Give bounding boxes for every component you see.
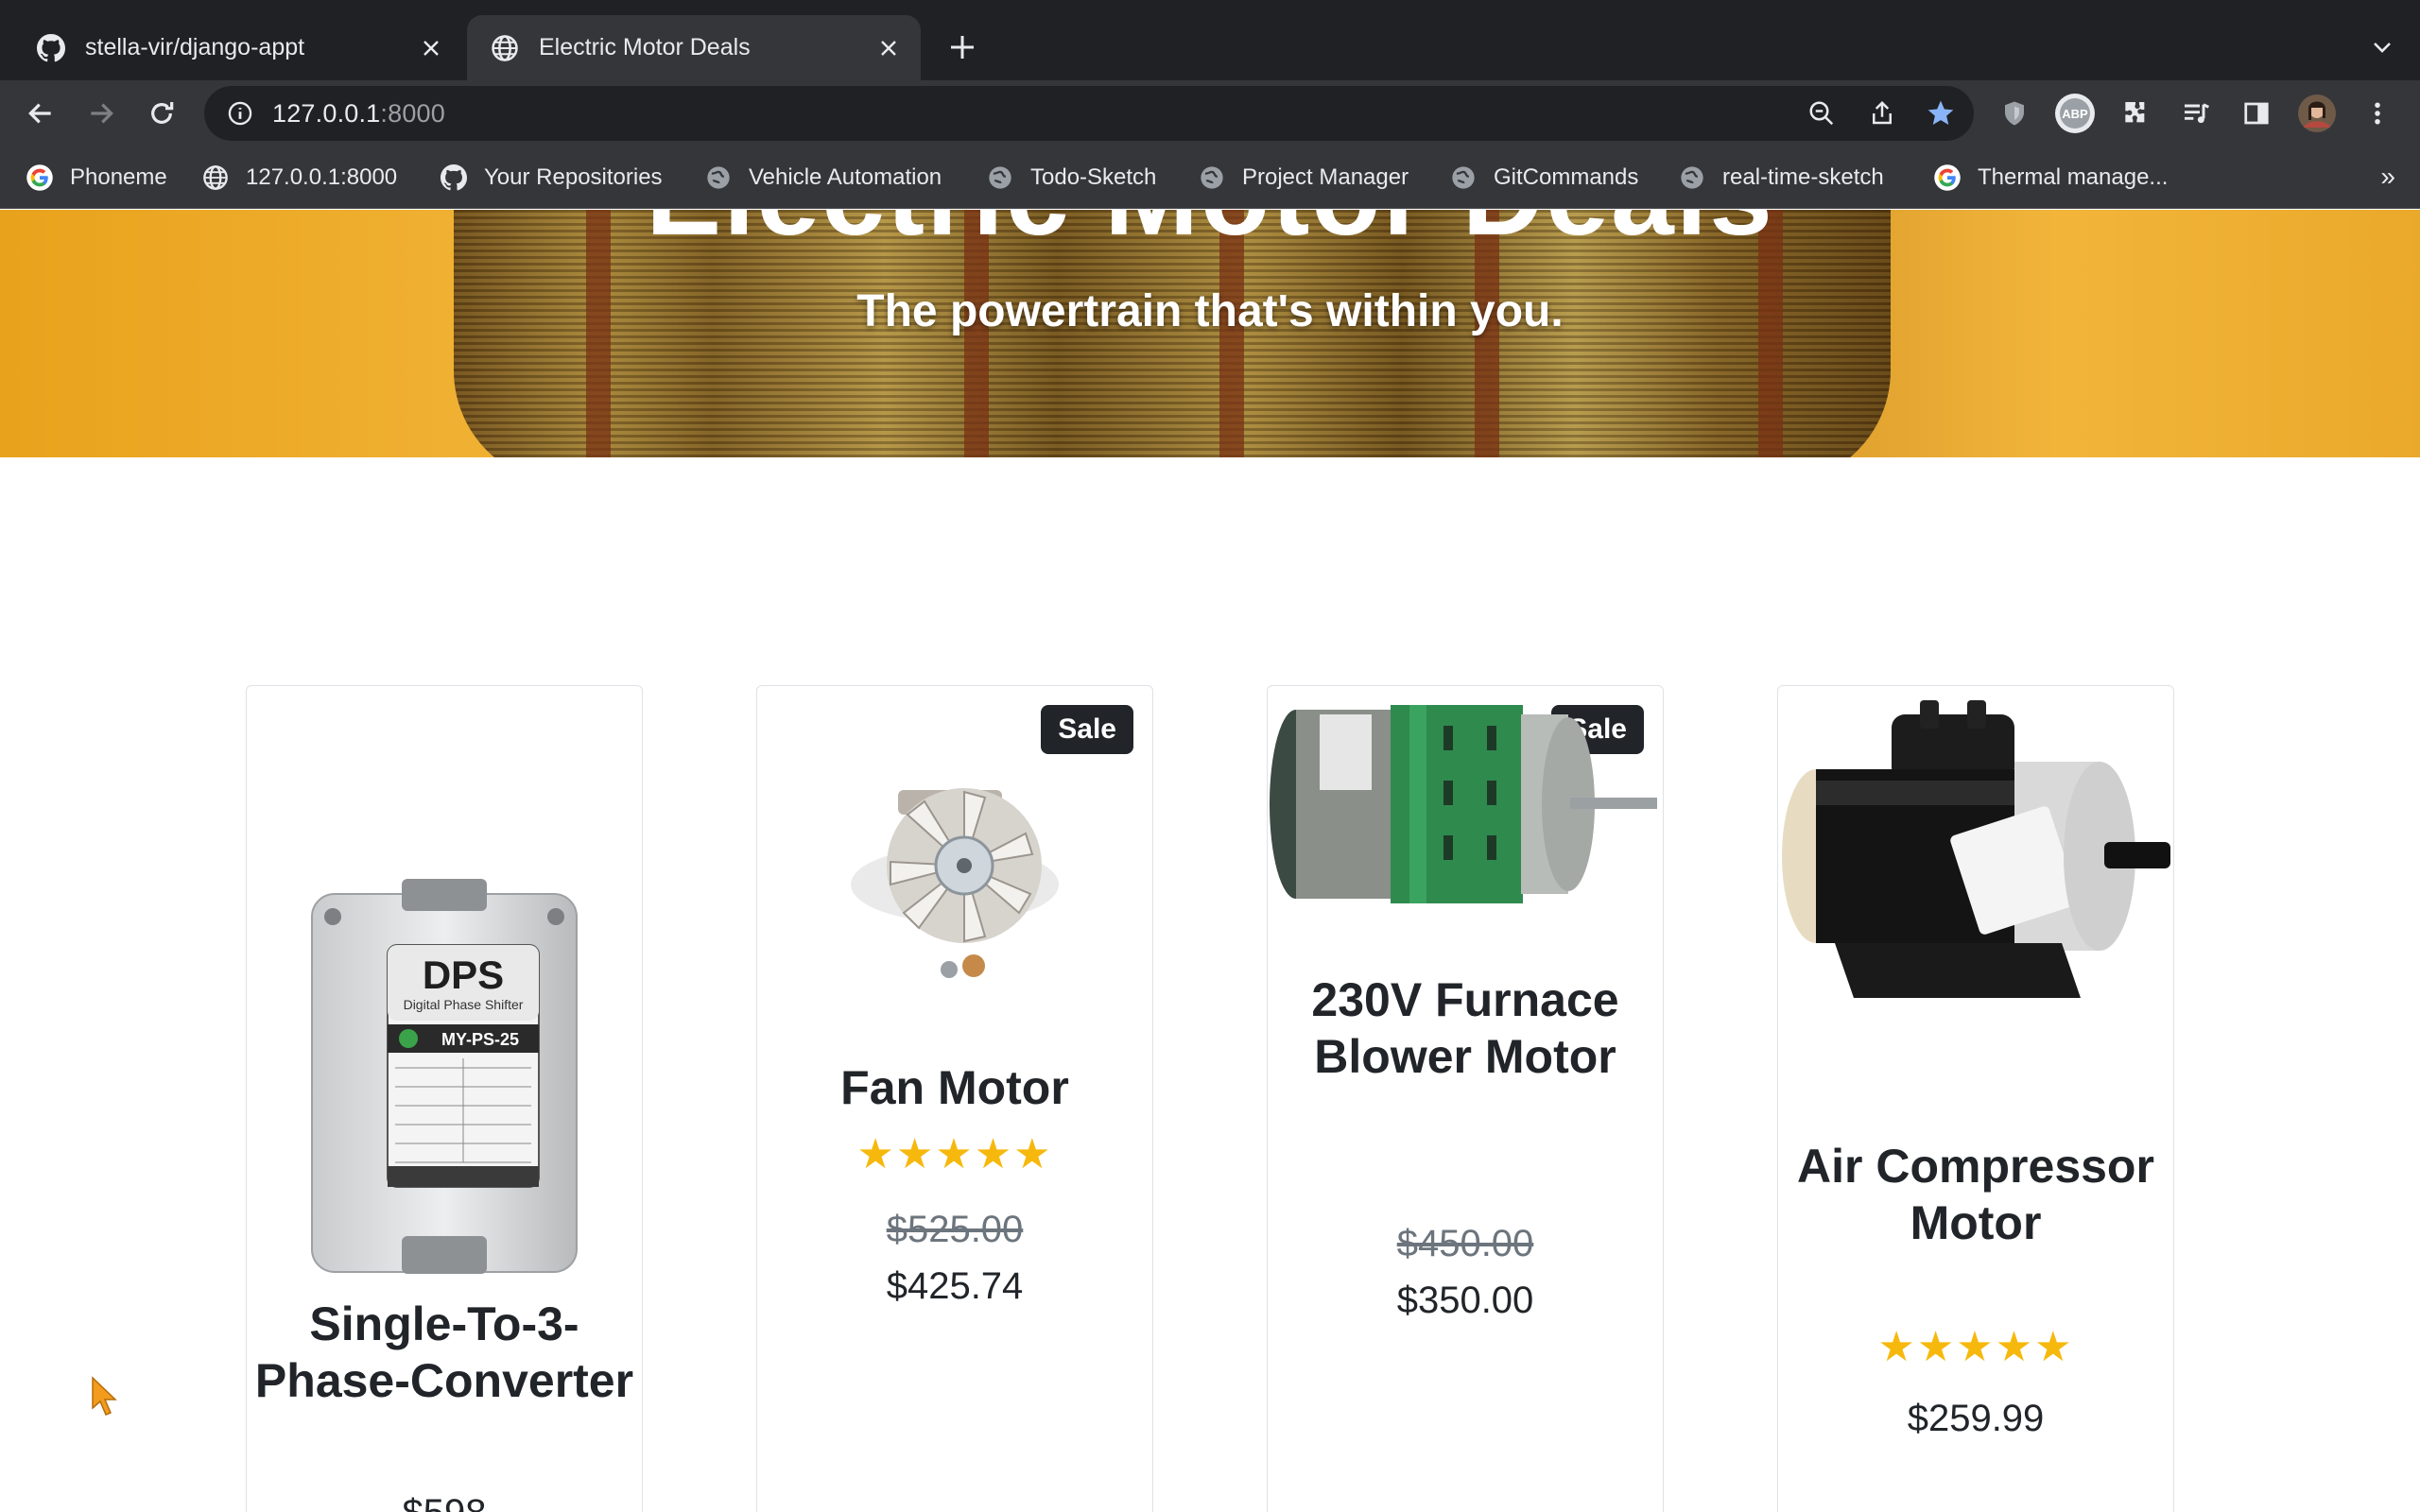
globe-icon xyxy=(1677,163,1707,193)
product-name[interactable]: Fan Motor xyxy=(757,1059,1152,1116)
blower-motor-image xyxy=(1268,686,1663,922)
product-name[interactable]: Air Compressor Motor xyxy=(1778,1138,2173,1251)
bookmark-thermal-manage[interactable]: Thermal manage... xyxy=(1932,160,2168,196)
product-card[interactable]: DPS Digital Phase Shifter MY-PS-25 Singl… xyxy=(246,685,643,1512)
hero-banner: Electric Motor Deals The powertrain that… xyxy=(0,210,2420,457)
bookmark-label: real-time-sketch xyxy=(1722,164,1884,190)
hero-title: Electric Motor Deals xyxy=(0,210,2420,261)
fan-motor-image xyxy=(757,724,1152,1007)
close-tab-icon[interactable] xyxy=(412,29,450,67)
product-price: $259.99 xyxy=(1907,1398,2045,1439)
bookmark-project-manager[interactable]: Project Manager xyxy=(1197,160,1409,196)
tab-django-appt[interactable]: stella-vir/django-appt xyxy=(11,15,463,80)
product-name[interactable]: Single-To-3-Phase-Converter xyxy=(247,1296,642,1409)
rating-stars: ★★★★★ xyxy=(1877,1324,2074,1370)
globe-icon xyxy=(490,33,520,63)
bookmark-label: Vehicle Automation xyxy=(749,164,942,190)
sale-price: $350.00 xyxy=(1396,1280,1534,1321)
globe-icon xyxy=(1197,163,1227,193)
bookmark-label: Todo-Sketch xyxy=(1030,164,1157,190)
bookmark-label: Thermal manage... xyxy=(1978,164,2169,190)
bookmark-label: Project Manager xyxy=(1242,164,1409,190)
address-bar[interactable]: 127.0.0.1:8000 xyxy=(204,86,1974,141)
original-price: $525.00 xyxy=(886,1209,1024,1250)
globe-icon xyxy=(703,163,734,193)
close-tab-icon[interactable] xyxy=(870,29,908,67)
tab-title: Electric Motor Deals xyxy=(539,34,751,60)
github-icon xyxy=(439,163,469,193)
back-button[interactable] xyxy=(19,92,62,135)
github-icon xyxy=(36,33,66,63)
bookmark-vehicle-automation[interactable]: Vehicle Automation xyxy=(703,160,942,196)
extensions-puzzle-icon[interactable] xyxy=(2114,92,2157,135)
product-name[interactable]: 230V Furnace Blower Motor xyxy=(1268,971,1663,1085)
share-icon[interactable] xyxy=(1860,92,1904,135)
browser-toolbar: 127.0.0.1:8000 ABP xyxy=(0,80,2420,146)
bookmark-phoneme[interactable]: Phoneme xyxy=(25,160,167,196)
media-queue-icon[interactable] xyxy=(2174,92,2218,135)
side-panel-icon[interactable] xyxy=(2235,92,2278,135)
converter-label-sub: Digital Phase Shifter xyxy=(404,997,524,1012)
site-info-icon[interactable] xyxy=(223,96,257,130)
url-text: 127.0.0.1:8000 xyxy=(272,99,445,129)
globe-icon xyxy=(200,163,231,193)
product-card[interactable]: Air Compressor Motor ★★★★★ $259.99 xyxy=(1777,685,2174,1512)
tab-electric-motor-deals[interactable]: Electric Motor Deals xyxy=(467,15,921,80)
google-icon xyxy=(25,163,55,193)
converter-label-model: MY-PS-25 xyxy=(441,1030,519,1049)
product-price: $598 xyxy=(247,1492,642,1512)
bookmark-gitcommands[interactable]: GitCommands xyxy=(1448,160,1638,196)
mouse-cursor-icon xyxy=(91,1376,119,1422)
tab-search-chevron-icon[interactable] xyxy=(2361,26,2403,68)
zoom-icon[interactable] xyxy=(1800,92,1843,135)
svg-text:ABP: ABP xyxy=(2062,107,2088,121)
tab-title: stella-vir/django-appt xyxy=(85,34,305,60)
bookmark-label: Phoneme xyxy=(70,164,167,190)
bookmark-your-repositories[interactable]: Your Repositories xyxy=(439,160,663,196)
url-host: 127.0.0.1 xyxy=(272,98,381,128)
bookmarks-bar: Phoneme 127.0.0.1:8000 Your Repositories… xyxy=(0,146,2420,209)
reload-button[interactable] xyxy=(140,92,183,135)
forward-button[interactable] xyxy=(79,92,123,135)
tab-strip: stella-vir/django-appt Electric Motor De… xyxy=(0,0,2420,80)
browser-menu-icon[interactable] xyxy=(2356,92,2399,135)
rating-stars: ★★★★★ xyxy=(856,1131,1053,1177)
hero-subtitle: The powertrain that's within you. xyxy=(856,286,1564,336)
bookmark-todo-sketch[interactable]: Todo-Sketch xyxy=(985,160,1156,196)
bookmark-label: 127.0.0.1:8000 xyxy=(246,164,398,190)
bookmark-real-time-sketch[interactable]: real-time-sketch xyxy=(1677,160,1884,196)
google-icon xyxy=(1932,163,1962,193)
converter-label-brand: DPS xyxy=(423,953,504,997)
product-card[interactable]: Sale 230V Furnace Blower Motor $450.00 $… xyxy=(1267,685,1664,1512)
bookmark-localhost[interactable]: 127.0.0.1:8000 xyxy=(200,160,397,196)
globe-icon xyxy=(985,163,1015,193)
more-bookmarks-chevron[interactable]: » xyxy=(2380,162,2395,192)
bookmark-star-icon[interactable] xyxy=(1919,92,1962,135)
new-tab-button[interactable] xyxy=(942,26,983,68)
sale-price: $425.74 xyxy=(886,1265,1024,1307)
privacy-shield-icon[interactable] xyxy=(1993,92,2036,135)
bookmark-label: Your Repositories xyxy=(484,164,663,190)
globe-icon xyxy=(1448,163,1478,193)
url-port: :8000 xyxy=(380,98,445,128)
profile-avatar[interactable] xyxy=(2295,92,2339,135)
compressor-motor-image xyxy=(1778,696,2173,1055)
bookmark-label: GitCommands xyxy=(1494,164,1639,190)
product-card[interactable]: Sale Fan Motor ★★★★★ $525.00 $425.74 xyxy=(756,685,1153,1512)
adblock-plus-icon[interactable]: ABP xyxy=(2053,92,2097,135)
original-price: $450.00 xyxy=(1396,1223,1534,1264)
